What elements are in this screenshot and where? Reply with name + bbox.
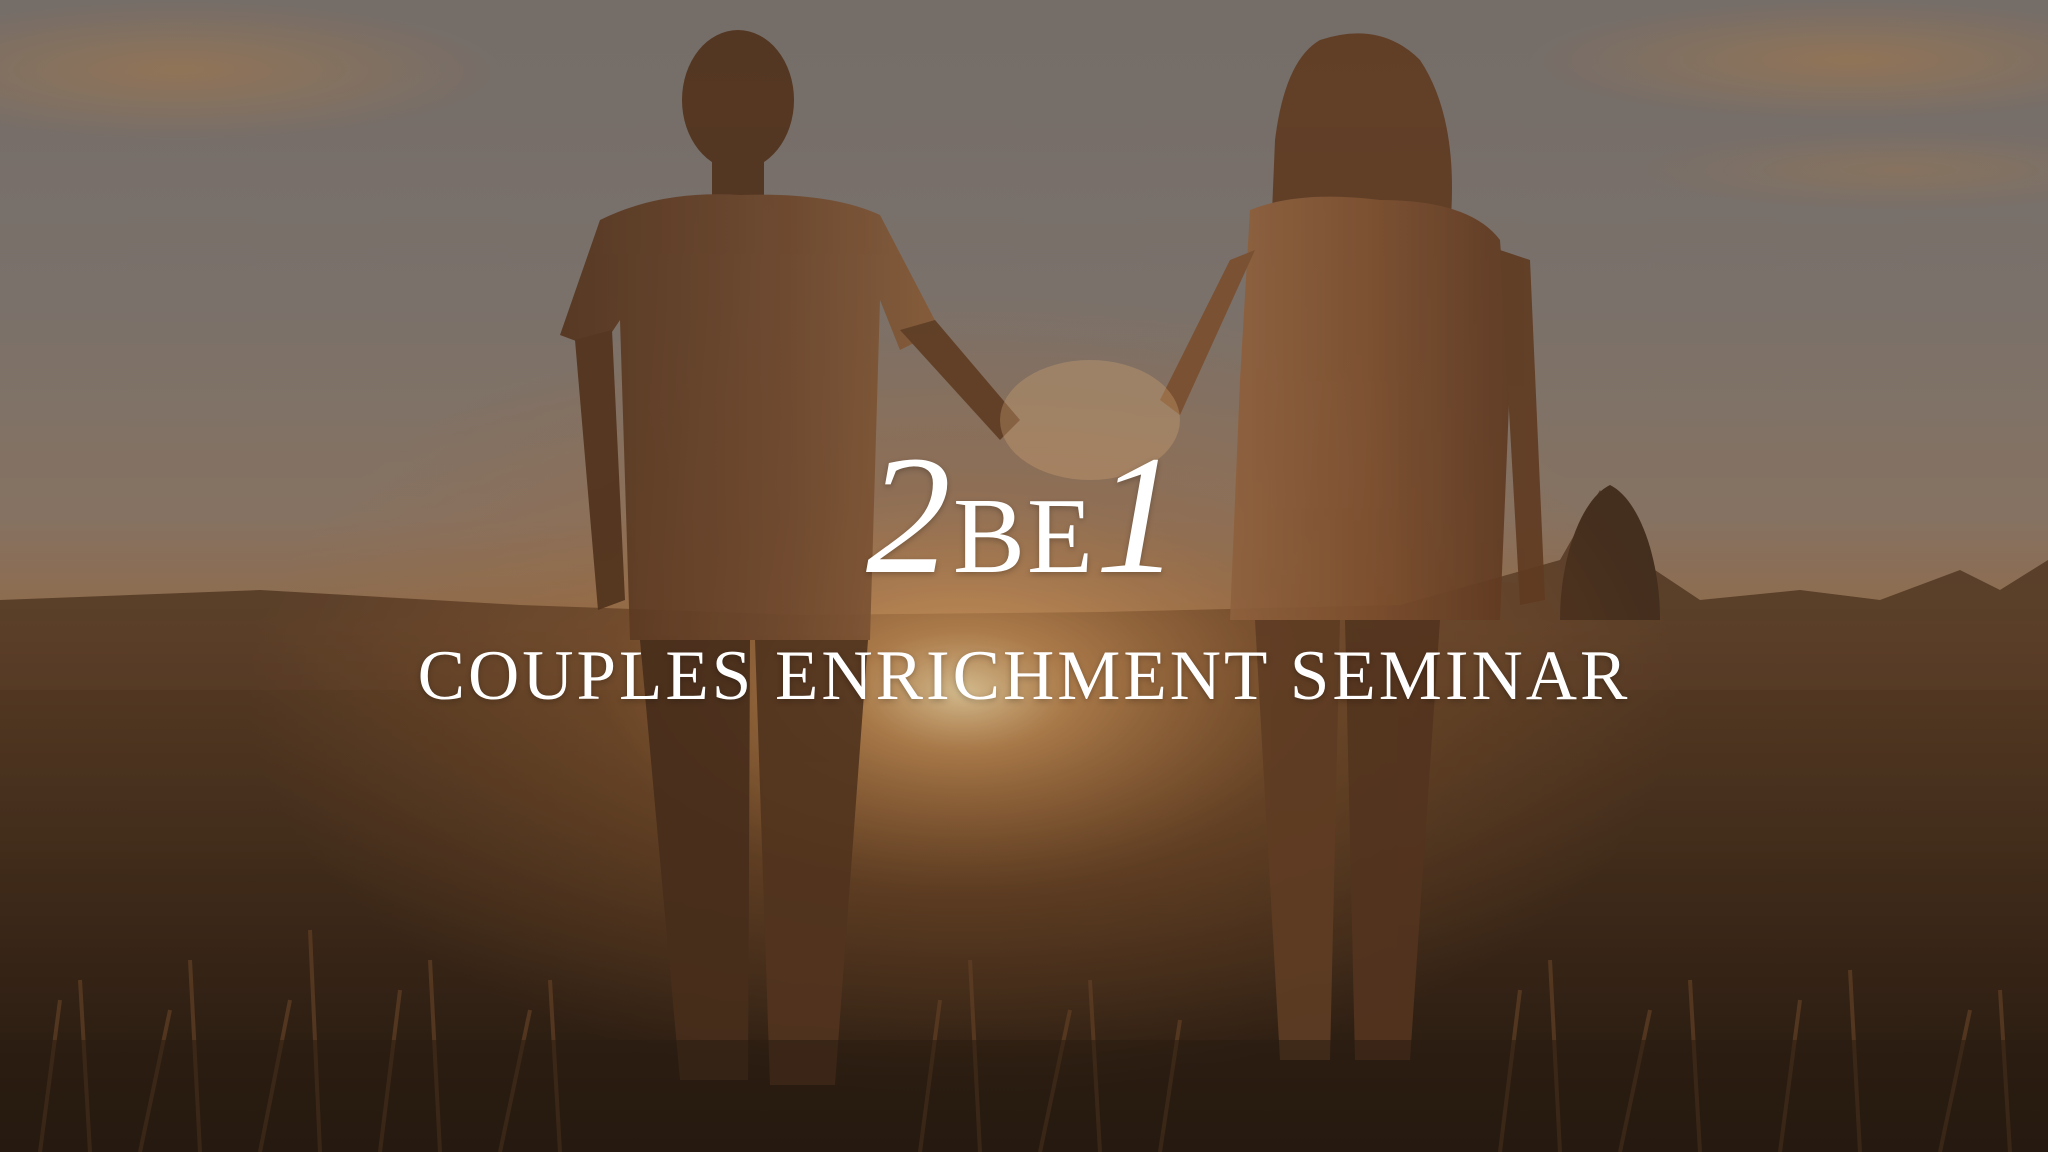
banner: 2BE1 COUPLES ENRICHMENT SEMINAR bbox=[0, 0, 2048, 1152]
title-caps-be: BE bbox=[952, 477, 1095, 596]
title-block: 2BE1 COUPLES ENRICHMENT SEMINAR bbox=[0, 430, 2048, 716]
title-numeral-two: 2 bbox=[865, 421, 953, 609]
seminar-subtitle: COUPLES ENRICHMENT SEMINAR bbox=[417, 637, 1631, 715]
title-numeral-one: 1 bbox=[1095, 421, 1182, 609]
seminar-title: 2BE1 bbox=[0, 430, 2048, 622]
